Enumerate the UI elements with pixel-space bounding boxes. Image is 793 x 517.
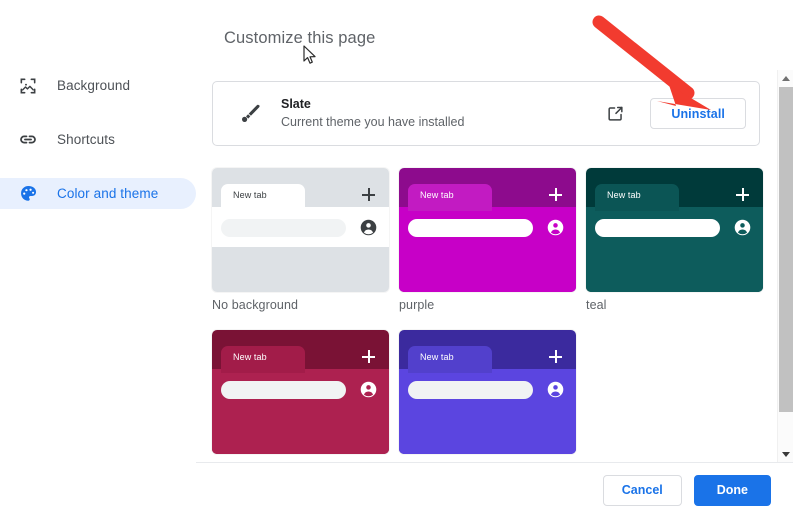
sidebar-item-label: Background [57,78,131,93]
swatch-tab: New tab [595,184,679,211]
avatar-icon [734,219,751,236]
theme-swatch-label: purple [399,298,435,312]
theme-swatch[interactable]: New tab [399,168,576,292]
sidebar-item-label: Color and theme [57,186,159,201]
swatch-tab: New tab [221,346,305,373]
theme-swatch-label: No background [212,298,299,312]
page-title: Customize this page [224,29,376,47]
swatch-tab-label: New tab [420,190,454,200]
dialog-footer: Cancel Done [196,462,793,517]
theme-name: Slate [281,97,311,111]
sidebar-item-background[interactable]: Background [0,70,196,101]
theme-swatch[interactable]: New tab [586,168,763,292]
theme-swatch[interactable]: New tab [212,330,389,454]
vertical-scrollbar[interactable] [777,70,793,462]
theme-swatch-cell: New tab [212,330,389,460]
new-tab-plus-icon [549,188,562,201]
theme-swatch-cell: New tab No background [212,168,389,312]
sidebar-item-label: Shortcuts [57,132,115,147]
swatch-lower [212,247,389,292]
new-tab-plus-icon [362,188,375,201]
swatch-omnibox [595,219,720,237]
theme-description: Current theme you have installed [281,115,465,129]
theme-swatch-label: teal [586,298,607,312]
theme-swatch[interactable]: New tab [212,168,389,292]
image-background-icon [18,76,38,96]
scrollbar-thumb[interactable] [779,87,793,412]
swatch-omnibox [408,219,533,237]
swatch-tab: New tab [408,184,492,211]
sidebar-item-color-and-theme[interactable]: Color and theme [0,178,196,209]
current-theme-card: Slate Current theme you have installed U… [212,81,760,146]
palette-icon [18,184,38,204]
swatch-tab-label: New tab [420,352,454,362]
theme-swatch[interactable]: New tab [399,330,576,454]
swatch-omnibox [221,219,346,237]
main-content: Customize this page Slate Current theme … [196,0,774,462]
swatch-tab-label: New tab [607,190,641,200]
theme-row: New tab New tab [212,330,760,460]
new-tab-plus-icon [736,188,749,201]
external-link-icon[interactable] [602,101,628,127]
avatar-icon [547,381,564,398]
avatar-icon [360,219,377,236]
theme-swatch-cell: New tab [399,330,576,460]
swatch-omnibox [408,381,533,399]
scroll-down-arrow-icon[interactable] [778,446,793,462]
swatch-omnibox [221,381,346,399]
cancel-button[interactable]: Cancel [602,474,682,506]
customize-page-dialog: Background Shortcuts Color and theme Cus… [0,0,793,517]
swatch-tab: New tab [221,184,305,211]
sidebar-item-shortcuts[interactable]: Shortcuts [0,124,196,155]
swatch-tab-label: New tab [233,352,267,362]
avatar-icon [547,219,564,236]
paintbrush-icon [237,100,265,128]
theme-swatch-cell: New tab teal [586,168,763,312]
theme-row: New tab No background New tab purple New tab… [212,168,763,312]
theme-swatch-cell: New tab purple [399,168,576,312]
new-tab-plus-icon [362,350,375,363]
theme-swatch-grid: New tab No background New tab purple New tab… [212,168,763,462]
theme-info: Slate Current theme you have installed [281,96,602,131]
new-tab-plus-icon [549,350,562,363]
avatar-icon [360,381,377,398]
uninstall-button[interactable]: Uninstall [650,98,746,129]
scroll-up-arrow-icon[interactable] [778,70,793,86]
link-chain-icon [18,130,38,150]
done-button[interactable]: Done [693,474,771,506]
swatch-tab: New tab [408,346,492,373]
sidebar-nav: Background Shortcuts Color and theme [0,70,196,232]
swatch-tab-label: New tab [233,190,267,200]
